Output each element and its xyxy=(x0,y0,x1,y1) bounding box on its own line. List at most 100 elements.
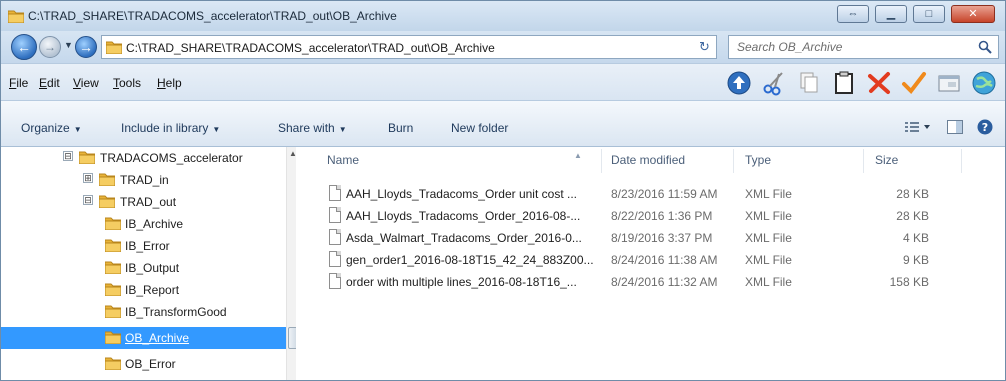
search-icon[interactable] xyxy=(978,40,992,54)
file-size: 4 KB xyxy=(902,231,929,245)
column-header-size[interactable]: Size xyxy=(875,153,898,173)
address-bar[interactable]: C:\TRAD_SHARE\TRADACOMS_accelerator\TRAD… xyxy=(101,35,785,59)
up-button[interactable]: → xyxy=(75,36,97,58)
menu-file[interactable]: File xyxy=(9,76,28,90)
scroll-up-icon[interactable]: ▲ xyxy=(289,149,296,158)
refresh-button[interactable]: ↻ xyxy=(693,35,717,59)
tree-item-label: TRAD_out xyxy=(120,195,177,209)
sort-ascending-icon: ▲ xyxy=(574,151,582,160)
forward-button[interactable]: → xyxy=(39,36,61,58)
new-folder-button[interactable]: New folder xyxy=(451,121,508,135)
xml-file-icon xyxy=(329,185,341,201)
copy-button[interactable] xyxy=(794,68,824,98)
minimize-button[interactable]: ▁ xyxy=(875,5,907,23)
column-divider[interactable] xyxy=(733,149,734,173)
file-date: 8/24/2016 11:38 AM xyxy=(611,253,718,267)
up-arrow-circle-icon xyxy=(727,71,751,95)
file-name: AAH_Lloyds_Tradacoms_Order unit cost ... xyxy=(346,187,577,201)
column-divider[interactable] xyxy=(961,149,962,173)
file-row[interactable]: AAH_Lloyds_Tradacoms_Order unit cost ...… xyxy=(321,183,961,205)
window-title: C:\TRAD_SHARE\TRADACOMS_accelerator\TRAD… xyxy=(28,9,397,23)
view-controls: ? xyxy=(905,119,993,138)
file-row[interactable]: gen_order1_2016-08-18T15_42_24_883Z00...… xyxy=(321,249,961,271)
tree-item-ib-output[interactable]: IB_Output xyxy=(1,257,286,279)
tree-item-trad-in[interactable]: ⊞ TRAD_in xyxy=(1,169,286,191)
column-header-type[interactable]: Type xyxy=(745,153,771,173)
paste-button[interactable] xyxy=(829,68,859,98)
close-icon: ✕ xyxy=(968,7,978,20)
folder-icon xyxy=(104,260,122,277)
globe-button[interactable] xyxy=(969,68,999,98)
menu-edit[interactable]: Edit xyxy=(39,76,60,90)
chevron-down-icon: ▼ xyxy=(338,125,347,134)
organize-button[interactable]: Organize ▼ xyxy=(21,121,82,135)
tree-item-label: OB_Error xyxy=(125,357,176,371)
restore-button[interactable]: ⇔ xyxy=(837,5,869,23)
refresh-icon: ↻ xyxy=(699,39,710,54)
tree-item-ob-archive[interactable]: OB_Archive xyxy=(1,327,286,349)
collapse-icon[interactable]: ⊟ xyxy=(83,195,93,205)
file-row[interactable]: Asda_Walmart_Tradacoms_Order_2016-0... 8… xyxy=(321,227,961,249)
view-list-icon xyxy=(905,122,930,132)
folder-icon xyxy=(104,330,122,347)
up-folder-button[interactable] xyxy=(724,68,754,98)
file-name: AAH_Lloyds_Tradacoms_Order_2016-08-... xyxy=(346,209,581,223)
delete-button[interactable] xyxy=(864,68,894,98)
help-button[interactable]: ? xyxy=(977,119,993,138)
address-path[interactable]: C:\TRAD_SHARE\TRADACOMS_accelerator\TRAD… xyxy=(126,41,495,55)
preview-pane-icon xyxy=(947,120,963,134)
scissors-icon xyxy=(763,72,783,96)
column-divider[interactable] xyxy=(863,149,864,173)
tree-item-trad-out[interactable]: ⊟ TRAD_out xyxy=(1,191,286,213)
menu-help[interactable]: Help xyxy=(157,76,182,90)
tree-item-ib-report[interactable]: IB_Report xyxy=(1,279,286,301)
file-row[interactable]: AAH_Lloyds_Tradacoms_Order_2016-08-... 8… xyxy=(321,205,961,227)
xml-file-icon xyxy=(329,251,341,267)
cut-button[interactable] xyxy=(759,68,789,98)
menu-view[interactable]: View xyxy=(73,76,99,90)
file-row[interactable]: order with multiple lines_2016-08-18T16_… xyxy=(321,271,961,293)
maximize-button[interactable]: □ xyxy=(913,5,945,23)
file-name: order with multiple lines_2016-08-18T16_… xyxy=(346,275,577,289)
file-date: 8/22/2016 1:36 PM xyxy=(611,209,713,223)
toolbar-icons xyxy=(724,68,999,98)
title-bar[interactable]: C:\TRAD_SHARE\TRADACOMS_accelerator\TRAD… xyxy=(1,1,1005,31)
rename-button[interactable] xyxy=(934,68,964,98)
maximize-icon: □ xyxy=(925,7,933,20)
search-input[interactable] xyxy=(729,36,974,58)
include-in-library-button[interactable]: Include in library ▼ xyxy=(121,121,220,135)
change-view-button[interactable] xyxy=(905,121,933,136)
file-type: XML File xyxy=(745,231,792,245)
tree-item-tradacoms-accelerator[interactable]: ⊟ TRADACOMS_accelerator xyxy=(1,147,286,169)
up-arrow-icon: → xyxy=(79,39,93,55)
burn-button[interactable]: Burn xyxy=(388,121,413,135)
menu-tools[interactable]: Tools xyxy=(113,76,141,90)
properties-button[interactable] xyxy=(899,68,929,98)
search-box[interactable] xyxy=(728,35,999,59)
navigation-scrollbar[interactable]: ▲ xyxy=(286,147,296,380)
back-button[interactable]: ← xyxy=(11,34,37,60)
preview-pane-button[interactable] xyxy=(947,120,963,137)
collapse-icon[interactable]: ⊟ xyxy=(63,151,73,161)
file-name: Asda_Walmart_Tradacoms_Order_2016-0... xyxy=(346,231,582,245)
file-type: XML File xyxy=(745,253,792,267)
folder-icon xyxy=(104,356,122,373)
tree-item-ob-error[interactable]: OB_Error xyxy=(1,353,286,375)
tree-item-label: IB_Archive xyxy=(125,217,184,231)
column-divider[interactable] xyxy=(601,149,602,173)
close-button[interactable]: ✕ xyxy=(951,5,995,23)
file-type: XML File xyxy=(745,187,792,201)
column-header-date-modified[interactable]: Date modified xyxy=(611,153,685,173)
expand-icon[interactable]: ⊞ xyxy=(83,173,93,183)
column-header-name[interactable]: Name ▲ xyxy=(327,151,582,173)
tree-item-ib-error[interactable]: IB_Error xyxy=(1,235,286,257)
tree-item-ib-archive[interactable]: IB_Archive xyxy=(1,213,286,235)
share-with-button[interactable]: Share with ▼ xyxy=(278,121,347,135)
tree-item-ib-transformgood[interactable]: IB_TransformGood xyxy=(1,301,286,323)
tree-item-label: TRADACOMS_accelerator xyxy=(100,151,243,165)
file-name: gen_order1_2016-08-18T15_42_24_883Z00... xyxy=(346,253,594,267)
scrollbar-thumb[interactable] xyxy=(288,327,296,349)
recent-pages-dropdown[interactable]: ▼ xyxy=(64,40,73,50)
xml-file-icon xyxy=(329,229,341,245)
xml-file-icon xyxy=(329,207,341,223)
